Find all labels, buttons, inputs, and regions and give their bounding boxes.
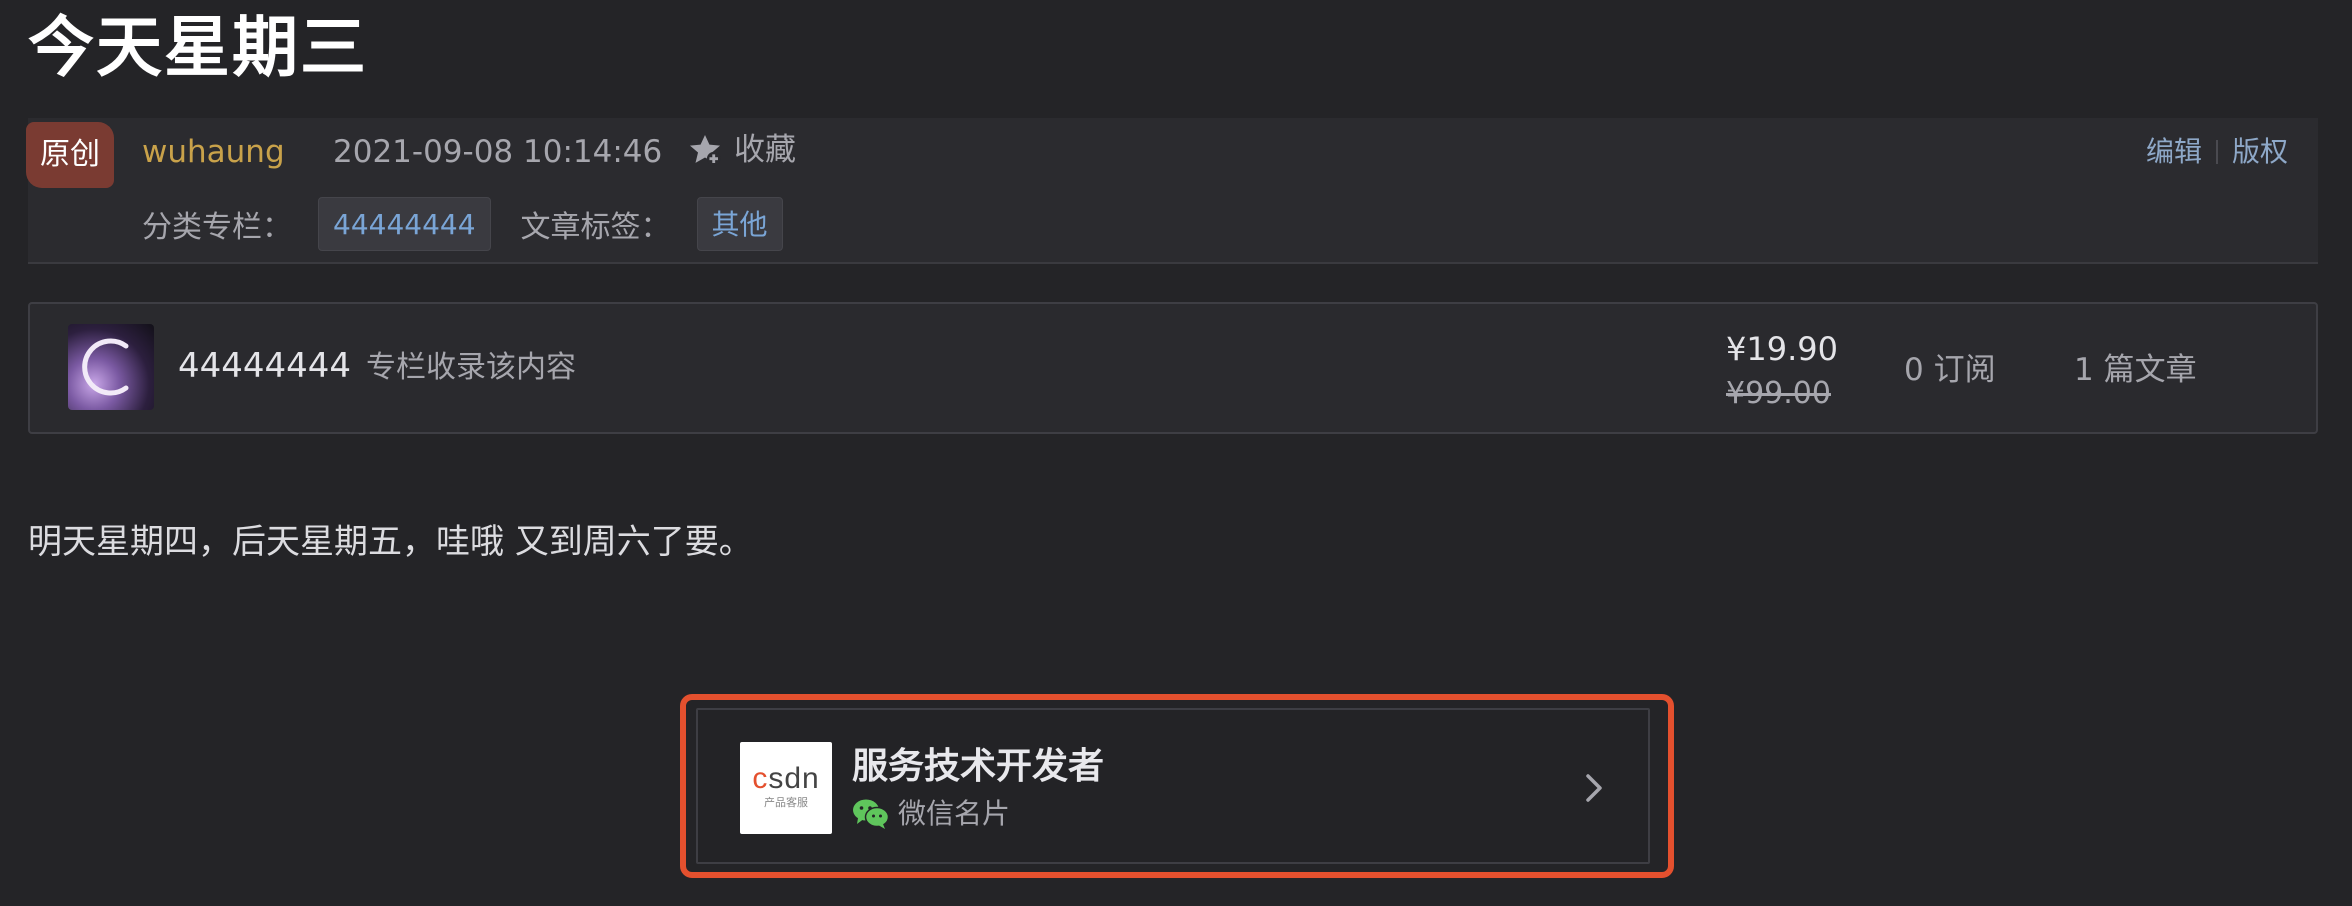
original-price: ¥99.00 xyxy=(1726,376,1831,411)
article-count: 1 篇文章 xyxy=(2074,352,2197,388)
article-title: 今天星期三 xyxy=(28,9,368,86)
logo-wordmark: csdn xyxy=(752,762,820,795)
article-meta-panel: 原创 wuhaung 2021-09-08 10:14:46 收藏 编辑 版权 … xyxy=(26,118,2318,264)
author-link[interactable]: wuhaung xyxy=(142,132,285,172)
divider xyxy=(2215,140,2218,164)
publish-datetime: 2021-09-08 10:14:46 xyxy=(333,134,663,170)
edit-link[interactable]: 编辑 xyxy=(2146,134,2202,170)
column-thumbnail xyxy=(68,324,154,410)
subscriber-count: 0 订阅 xyxy=(1904,352,1996,388)
wechat-icon xyxy=(853,799,890,829)
wechat-card-subtitle: 微信名片 xyxy=(852,796,1010,832)
tag-chip[interactable]: 其他 xyxy=(696,197,783,251)
category-chip[interactable]: 44444444 xyxy=(318,197,491,251)
logo-subtitle: 产品客服 xyxy=(764,796,808,809)
column-thumbnail-art xyxy=(82,338,129,396)
category-label: 分类专栏： xyxy=(142,210,292,245)
article-actions: 编辑 版权 xyxy=(2146,134,2288,170)
column-description: 专栏收录该内容 xyxy=(366,350,576,385)
column-card[interactable]: 44444444 专栏收录该内容 ¥19.90 ¥99.00 0 订阅 1 篇文… xyxy=(28,302,2318,434)
current-price: ¥19.90 xyxy=(1726,330,1838,368)
star-icon xyxy=(689,134,721,166)
copyright-link[interactable]: 版权 xyxy=(2232,134,2288,170)
wechat-card-label: 微信名片 xyxy=(898,797,1011,830)
collect-label: 收藏 xyxy=(734,132,796,168)
category-tags-row: 分类专栏： 44444444 文章标签： 其他 xyxy=(142,196,813,252)
chevron-right-icon xyxy=(1586,774,1602,802)
column-name: 44444444 xyxy=(178,346,352,386)
tags-label: 文章标签： xyxy=(520,210,671,245)
collect-button[interactable]: 收藏 xyxy=(686,130,796,170)
csdn-logo: csdn 产品客服 xyxy=(740,742,832,834)
article-body: 明天星期四，后天星期五，哇哦 又到周六了要。 xyxy=(28,522,753,562)
wechat-card-name: 服务技术开发者 xyxy=(852,746,1105,787)
original-badge: 原创 xyxy=(26,122,114,188)
wechat-card[interactable]: csdn 产品客服 服务技术开发者 微信名片 xyxy=(696,708,1650,864)
